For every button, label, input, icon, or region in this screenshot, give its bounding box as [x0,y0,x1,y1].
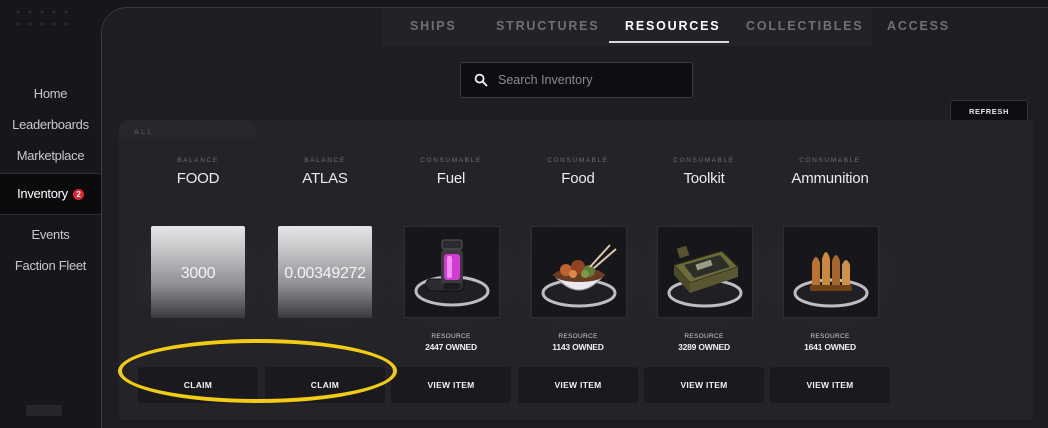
item-image-tile[interactable] [783,226,879,318]
claim-button[interactable]: CLAIM [265,367,385,403]
item-category: CONSUMABLE [547,157,609,164]
fuel-canister-icon [414,239,490,307]
item-image-tile[interactable] [531,226,627,318]
balance-value: 0.00349272 [284,265,366,282]
item-card-food: CONSUMABLE Food RESOURCE 1143 OWNED VIEW… [511,156,645,418]
item-image-tile[interactable] [657,226,753,318]
balance-value: 3000 [180,265,216,282]
owned-count: 2447 OWNED [425,342,477,352]
tab-collectibles[interactable]: COLLECTIBLES [746,19,863,33]
item-card-fuel: CONSUMABLE Fuel RESOURCE 2447 OWNED VIEW… [384,156,518,418]
toolkit-case-icon [667,245,743,308]
view-item-button[interactable]: VIEW ITEM [518,367,638,403]
sidebar-item-faction-fleet[interactable]: Faction Fleet [0,258,101,273]
view-item-button[interactable]: VIEW ITEM [644,367,764,403]
item-category: CONSUMABLE [799,157,861,164]
item-name: ATLAS [302,170,348,187]
tab-ships[interactable]: SHIPS [410,19,457,33]
owned-count: 1143 OWNED [552,342,604,352]
active-tab-indicator [609,41,729,43]
item-type: RESOURCE [558,333,598,340]
food-bowl-icon [541,244,617,308]
item-category: CONSUMABLE [673,157,735,164]
item-name: FOOD [176,170,220,187]
item-name: Fuel [436,170,466,187]
item-name: Food [561,170,595,187]
item-type: RESOURCE [810,333,850,340]
item-card-ammunition: CONSUMABLE Ammunition RESOURCE 1641 OWNE… [763,156,897,418]
sidebar-item-events[interactable]: Events [0,227,101,242]
ammunition-icon [793,252,869,308]
search-icon [474,73,488,87]
sidebar-item-inventory[interactable]: Inventory 2 [0,173,101,215]
sidebar-item-label: Inventory [17,186,68,201]
claim-button[interactable]: CLAIM [138,367,258,403]
item-type: RESOURCE [684,333,724,340]
notification-badge: 2 [72,189,84,200]
category-tabs: SHIPS STRUCTURES RESOURCES COLLECTIBLES … [382,8,948,46]
view-item-button[interactable]: VIEW ITEM [770,367,890,403]
tab-resources[interactable]: RESOURCES [625,19,720,33]
owned-count: 1641 OWNED [804,342,856,352]
item-card-toolkit: CONSUMABLE Toolkit RESOURCE 3289 OWNED V… [637,156,771,418]
sidebar-item-leaderboards[interactable]: Leaderboards [0,117,101,132]
balance-tile: 3000 [151,226,245,318]
item-category: BALANCE [304,157,346,164]
item-image-tile[interactable] [404,226,500,318]
item-name: Ammunition [791,170,869,187]
tab-access[interactable]: ACCESS [887,19,950,33]
sidebar-footer-handle [26,405,62,416]
owned-count: 3289 OWNED [678,342,730,352]
filter-label: ALL [134,129,154,136]
view-item-button[interactable]: VIEW ITEM [391,367,511,403]
item-card-atlas-balance: BALANCE ATLAS 0.00349272 CLAIM [258,156,392,418]
item-type: RESOURCE [431,333,471,340]
inventory-panel: SHIPS STRUCTURES RESOURCES COLLECTIBLES … [101,7,1048,428]
sidebar-item-home[interactable]: Home [0,86,101,101]
sidebar: Home Leaderboards Marketplace Inventory 2… [0,0,101,416]
item-name: Toolkit [683,170,725,187]
item-category: BALANCE [177,157,219,164]
sidebar-item-marketplace[interactable]: Marketplace [0,148,101,163]
item-category: CONSUMABLE [420,157,482,164]
balance-tile: 0.00349272 [278,226,372,318]
item-card-food-balance: BALANCE FOOD 3000 CLAIM [131,156,265,418]
search-placeholder: Search Inventory [498,73,593,87]
search-input[interactable]: Search Inventory [460,62,693,98]
tab-structures[interactable]: STRUCTURES [496,19,599,33]
